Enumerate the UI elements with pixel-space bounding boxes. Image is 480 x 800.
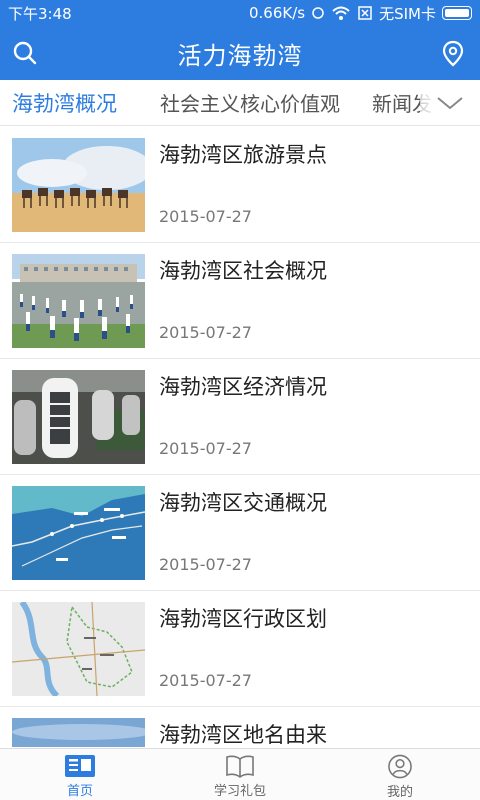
tab-core-values[interactable]: 社会主义核心价值观 — [160, 88, 340, 117]
app-title: 活力海勃湾 — [177, 41, 303, 70]
article-thumbnail — [12, 138, 145, 232]
alarm-icon — [312, 7, 324, 19]
article-date: 2015-07-27 — [159, 555, 252, 574]
article-thumbnail — [12, 602, 145, 696]
article-title: 海勃湾区经济情况 — [159, 375, 327, 399]
battery-icon — [442, 6, 472, 20]
news-icon — [65, 755, 95, 777]
chevron-down-icon — [437, 97, 463, 110]
list-item[interactable]: 海勃湾区行政区划 2015-07-27 — [0, 591, 480, 707]
article-list: 海勃湾区旅游景点 2015-07-27 海勃湾区社会概况 2015-07-27 … — [0, 127, 480, 747]
status-time: 下午3:48 — [8, 4, 72, 23]
nav-home[interactable]: 首页 — [0, 749, 160, 800]
list-item[interactable]: 海勃湾区经济情况 2015-07-27 — [0, 359, 480, 475]
article-thumbnail — [12, 254, 145, 348]
list-item[interactable]: 海勃湾区社会概况 2015-07-27 — [0, 243, 480, 359]
nav-label-mine: 我的 — [386, 785, 413, 800]
status-bar: 下午3:48 0.66K/s 无SIM卡 — [0, 0, 480, 26]
nav-mine[interactable]: 我的 — [320, 749, 480, 800]
tabs-more-button[interactable] — [420, 80, 480, 125]
article-title: 海勃湾区交通概况 — [159, 491, 327, 515]
search-icon[interactable] — [10, 38, 40, 68]
list-item[interactable]: 海勃湾区交通概况 2015-07-27 — [0, 475, 480, 591]
app-header: 活力海勃湾 — [0, 26, 480, 80]
sim-status: 无SIM卡 — [379, 4, 436, 23]
no-sim-icon — [358, 6, 372, 20]
nav-study-pack[interactable]: 学习礼包 — [160, 749, 320, 800]
article-thumbnail — [12, 718, 145, 747]
article-date: 2015-07-27 — [159, 323, 252, 342]
user-icon — [388, 754, 412, 779]
list-item[interactable]: 海勃湾区旅游景点 2015-07-27 — [0, 127, 480, 243]
bottom-nav: 首页 学习礼包 我的 — [0, 748, 480, 800]
category-tabs: 海勃湾概况 社会主义核心价值观 新闻发 — [0, 80, 480, 126]
article-thumbnail — [12, 486, 145, 580]
nav-label-home: 首页 — [66, 784, 93, 799]
location-pin-icon[interactable] — [438, 38, 468, 68]
article-title: 海勃湾区行政区划 — [159, 607, 327, 631]
article-date: 2015-07-27 — [159, 671, 252, 690]
list-item[interactable]: 海勃湾区地名由来 — [0, 707, 480, 747]
article-date: 2015-07-27 — [159, 439, 252, 458]
article-title: 海勃湾区地名由来 — [159, 723, 327, 747]
nav-label-study-pack: 学习礼包 — [213, 784, 266, 799]
status-indicators: 0.66K/s 无SIM卡 — [249, 3, 472, 24]
article-title: 海勃湾区旅游景点 — [159, 143, 327, 167]
article-thumbnail — [12, 370, 145, 464]
network-speed: 0.66K/s — [249, 4, 306, 22]
book-icon — [226, 755, 254, 778]
wifi-icon — [332, 6, 350, 20]
article-date: 2015-07-27 — [159, 207, 252, 226]
article-title: 海勃湾区社会概况 — [159, 259, 327, 283]
tab-haibowan-overview[interactable]: 海勃湾概况 — [12, 88, 117, 118]
